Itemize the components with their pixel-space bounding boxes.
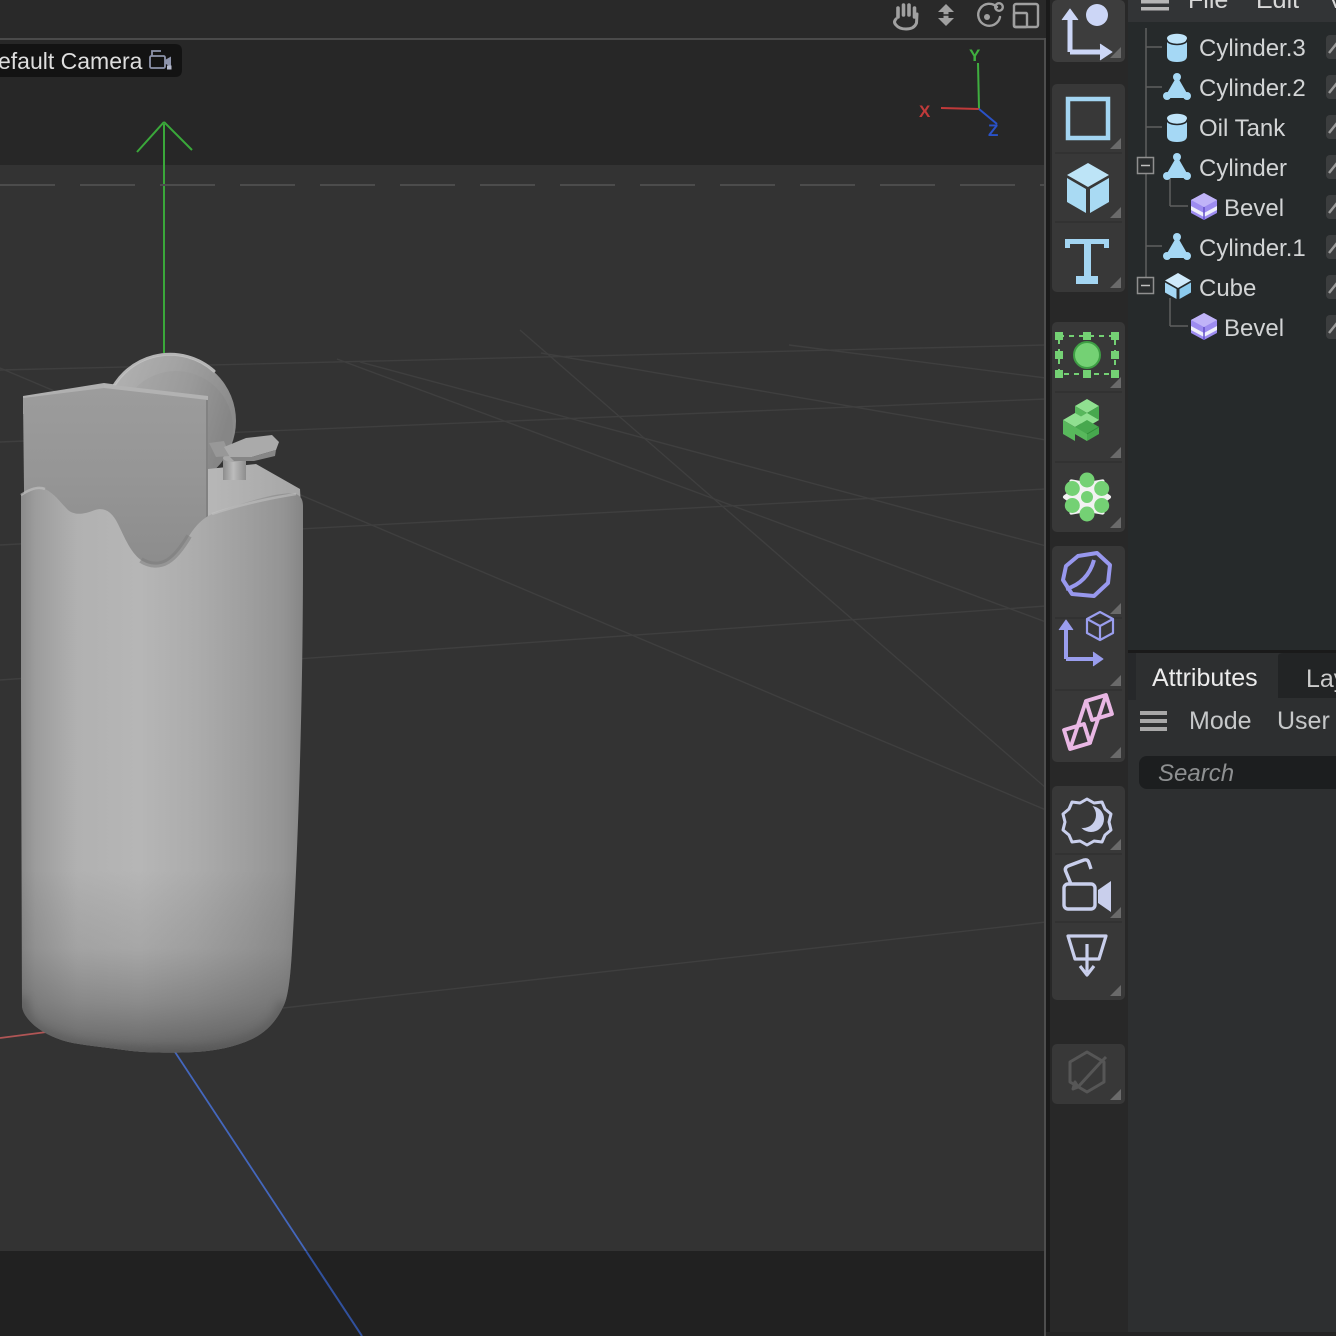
svg-text:Z: Z: [988, 121, 998, 140]
svg-text:Layer: Layer: [1306, 665, 1336, 693]
svg-text:Cylinder.2: Cylinder.2: [1199, 75, 1306, 102]
svg-text:Cylinder: Cylinder: [1199, 155, 1287, 182]
svg-text:Edit: Edit: [1256, 0, 1299, 14]
svg-text:Cylinder.3: Cylinder.3: [1199, 35, 1306, 62]
svg-text:Mode: Mode: [1189, 707, 1252, 735]
svg-text:Search: Search: [1158, 760, 1234, 787]
svg-text:Oil Tank: Oil Tank: [1199, 115, 1286, 142]
svg-text:Bevel: Bevel: [1224, 315, 1284, 342]
svg-text:View: View: [1328, 0, 1336, 14]
svg-text:Attributes: Attributes: [1152, 664, 1258, 692]
svg-text:Cube: Cube: [1199, 275, 1256, 302]
svg-text:User Da: User Da: [1277, 707, 1336, 735]
svg-text:Y: Y: [969, 46, 981, 65]
svg-text:File: File: [1188, 0, 1228, 14]
svg-text:Cylinder.1: Cylinder.1: [1199, 235, 1306, 262]
svg-text:efault Camera: efault Camera: [0, 48, 143, 74]
svg-text:Bevel: Bevel: [1224, 195, 1284, 222]
svg-text:X: X: [919, 102, 931, 121]
